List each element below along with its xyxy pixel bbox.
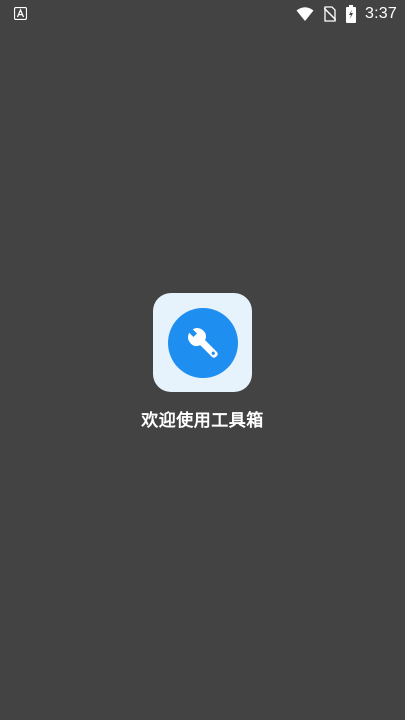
logo-circle (167, 307, 238, 378)
status-bar: 3:37 (0, 0, 405, 28)
wrench-icon (187, 327, 218, 358)
battery-charging-icon (346, 5, 357, 23)
welcome-text: 欢迎使用工具箱 (141, 411, 264, 431)
no-sim-icon (324, 6, 337, 22)
app-notification-icon (14, 7, 27, 20)
wifi-icon (296, 7, 314, 21)
status-icons: 3:37 (296, 4, 397, 24)
splash-screen: 欢迎使用工具箱 (0, 293, 405, 433)
clock: 3:37 (365, 5, 397, 22)
app-logo (153, 293, 252, 392)
